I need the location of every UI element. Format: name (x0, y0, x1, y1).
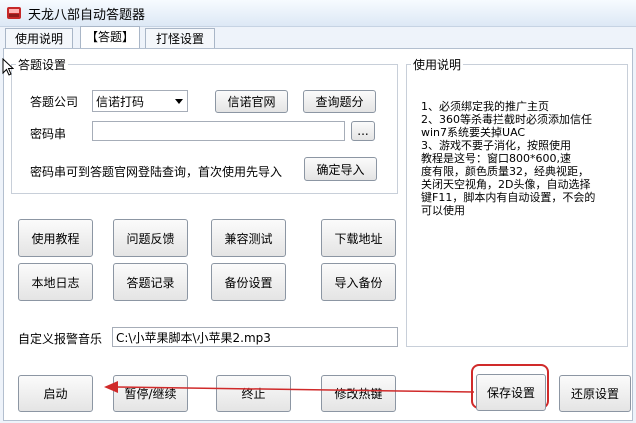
tab-instructions[interactable]: 使用说明 (5, 28, 73, 48)
app-icon (7, 7, 21, 19)
title-bar: 天龙八部自动答题器 (0, 0, 636, 27)
annotation-arrow (104, 381, 475, 393)
main-panel: 答题设置 答题公司 信诺打码 信诺官网 查询题分 密码串 ... 密码串可到答题… (3, 48, 633, 421)
tab-answer[interactable]: 【答题】 (80, 26, 140, 49)
tab-strip: 使用说明 【答题】 打怪设置 (0, 26, 636, 49)
window-title: 天龙八部自动答题器 (28, 8, 146, 23)
mouse-cursor-icon (2, 58, 14, 76)
app-window: 天龙八部自动答题器 使用说明 【答题】 打怪设置 答题设置 答题公司 信诺打码 … (0, 0, 636, 423)
tab-monster-settings[interactable]: 打怪设置 (145, 28, 215, 48)
